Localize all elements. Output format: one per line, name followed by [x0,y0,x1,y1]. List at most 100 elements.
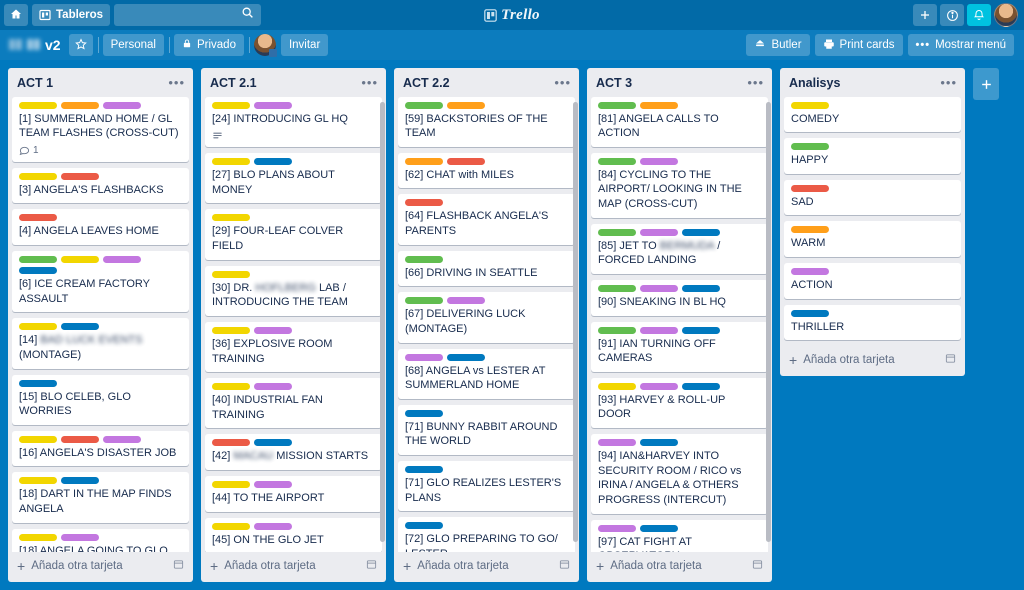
card[interactable]: SAD [784,179,961,216]
card-label-blue[interactable] [791,309,829,317]
list-title[interactable]: ACT 3 [596,77,747,90]
card-label-purple[interactable] [640,382,678,390]
card-label-blue[interactable] [254,158,292,166]
card-label-yellow[interactable] [19,323,57,331]
card-label-purple[interactable] [640,157,678,165]
invite-button[interactable]: Invitar [280,34,329,56]
add-list-button[interactable] [973,68,999,100]
card-template-icon[interactable] [559,559,570,573]
card[interactable]: COMEDY [784,96,961,133]
card-label-orange[interactable] [791,226,829,234]
butler-button[interactable]: Butler [746,34,810,56]
card[interactable]: [44] TO THE AIRPORT [205,476,382,512]
card[interactable]: [90] SNEAKING IN BL HQ [591,279,768,316]
card[interactable]: [14] BAD LUCK EVENTS (MONTAGE) [12,318,189,369]
card[interactable]: [42] MACAU MISSION STARTS [205,434,382,470]
card[interactable]: [36] EXPLOSIVE ROOM TRAINING [205,321,382,373]
list-title[interactable]: ACT 2.1 [210,77,361,90]
print-cards-button[interactable]: Print cards [814,34,903,56]
card-label-green[interactable] [791,143,829,151]
list-scrollbar[interactable] [380,102,385,542]
card[interactable]: [1] SUMMERLAND HOME / GL TEAM FLASHES (C… [12,96,189,162]
card-label-yellow[interactable] [212,481,250,488]
add-card-button[interactable]: + Añada otra tarjeta [394,552,579,582]
card[interactable]: [94] IAN&HARVEY INTO SECURITY ROOM / RIC… [591,434,768,514]
card-label-blue[interactable] [405,409,443,417]
card-label-blue[interactable] [447,353,485,361]
card[interactable]: [97] CAT FIGHT AT OBSERVATORY [591,519,768,552]
card[interactable]: [30] DR. HOFLBERG LAB / INTRODUCING THE … [205,265,382,316]
card-label-red[interactable] [61,172,99,180]
list-scrollbar[interactable] [766,102,771,542]
card[interactable]: [16] ANGELA'S DISASTER JOB [12,430,189,467]
card[interactable]: [68] ANGELA vs LESTER AT SUMMERLAND HOME [398,348,575,399]
card-label-purple[interactable] [791,268,829,275]
card-label-green[interactable] [598,326,636,334]
card-label-blue[interactable] [405,466,443,473]
card-label-purple[interactable] [598,524,636,532]
card-label-red[interactable] [61,435,99,443]
card-label-red[interactable] [19,214,57,222]
card-label-purple[interactable] [447,297,485,305]
card-label-red[interactable] [791,184,829,192]
search-input[interactable] [114,4,262,26]
card-label-red[interactable] [447,157,485,165]
card-label-yellow[interactable] [598,382,636,390]
list-menu-icon[interactable]: ••• [168,76,185,89]
card-label-purple[interactable] [254,326,292,334]
card-label-purple[interactable] [405,353,443,361]
home-button[interactable] [4,4,28,26]
card-label-green[interactable] [19,256,57,263]
card-label-orange[interactable] [405,157,443,165]
list-menu-icon[interactable]: ••• [361,76,378,89]
card[interactable]: [59] BACKSTORIES OF THE TEAM [398,96,575,147]
card-label-yellow[interactable] [212,158,250,166]
card-label-yellow[interactable] [212,214,250,222]
card[interactable]: [84] CYCLING TO THE AIRPORT/ LOOKING IN … [591,152,768,218]
card-label-purple[interactable] [640,326,678,334]
list-title[interactable]: Analisys [789,77,940,90]
board-member-avatar[interactable] [253,34,277,57]
card-label-purple[interactable] [598,439,636,446]
card-label-blue[interactable] [405,522,443,530]
card[interactable]: [62] CHAT with MILES [398,152,575,189]
card[interactable]: [29] FOUR-LEAF COLVER FIELD [205,209,382,260]
card-label-purple[interactable] [640,284,678,292]
add-button[interactable] [913,4,937,26]
card[interactable]: [27] BLO PLANS ABOUT MONEY [205,153,382,204]
card-label-red[interactable] [212,439,250,447]
card-label-yellow[interactable] [19,172,57,180]
card[interactable]: [18] DART IN THE MAP FINDS ANGELA [12,472,189,523]
card-label-yellow[interactable] [19,435,57,443]
card-label-yellow[interactable] [19,477,57,485]
card[interactable]: [67] DELIVERING LUCK (MONTAGE) [398,292,575,343]
list-menu-icon[interactable]: ••• [747,76,764,89]
card-label-purple[interactable] [254,481,292,488]
card-label-yellow[interactable] [212,101,250,109]
card-label-blue[interactable] [640,439,678,446]
card[interactable]: [6] ICE CREAM FACTORY ASSAULT [12,251,189,313]
card-label-blue[interactable] [254,439,292,447]
list-title[interactable]: ACT 2.2 [403,77,554,90]
card-label-blue[interactable] [682,382,720,390]
card[interactable]: ACTION [784,263,961,299]
board-visibility-personal-button[interactable]: Personal [102,34,164,56]
card-label-blue[interactable] [61,323,99,331]
add-card-button[interactable]: + Añada otra tarjeta [780,346,965,376]
card[interactable]: [91] IAN TURNING OFF CAMERAS [591,321,768,372]
card-label-purple[interactable] [640,228,678,236]
card-label-purple[interactable] [103,435,141,443]
card-label-purple[interactable] [254,101,292,109]
card-label-blue[interactable] [682,326,720,334]
card-label-green[interactable] [598,228,636,236]
card-label-yellow[interactable] [212,270,250,278]
list-scrollbar[interactable] [573,102,578,542]
card[interactable]: [24] INTRODUCING GL HQ [205,96,382,148]
add-card-button[interactable]: + Añada otra tarjeta [587,552,772,582]
card-label-yellow[interactable] [212,383,250,391]
card-label-red[interactable] [405,199,443,207]
card[interactable]: WARM [784,221,961,257]
boards-button[interactable]: Tableros [32,4,111,26]
card-label-green[interactable] [405,101,443,109]
card[interactable]: [18] ANGELA GOING TO GLO [12,528,189,552]
